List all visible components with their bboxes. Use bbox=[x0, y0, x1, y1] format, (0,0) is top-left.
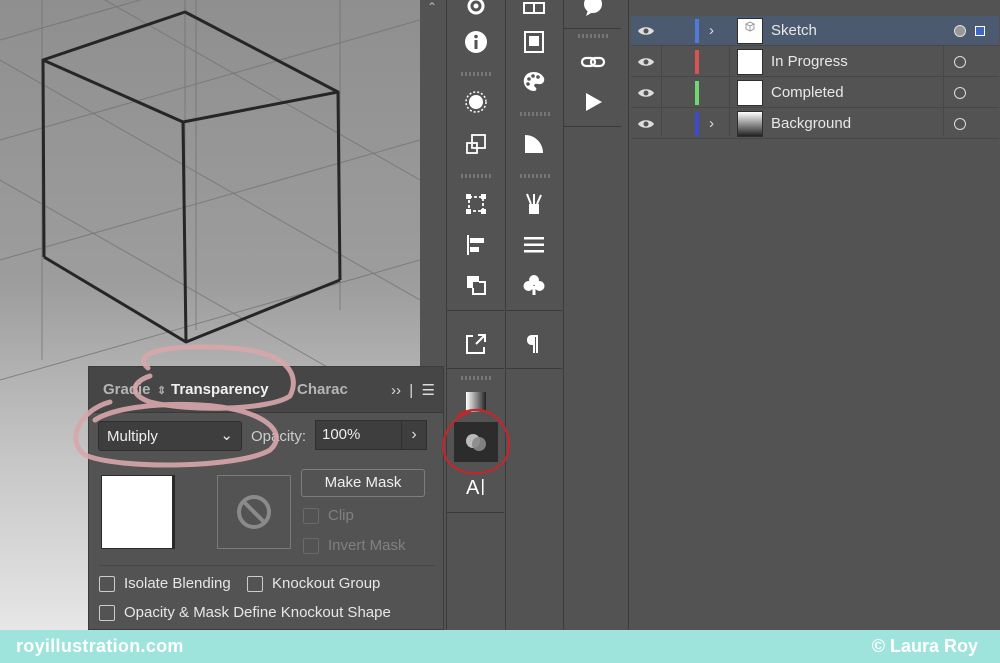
invert-mask-checkbox[interactable] bbox=[303, 537, 319, 554]
layers-panel: › Sketch In Progress Completed › Backgro… bbox=[628, 0, 1000, 630]
blend-mode-dropdown[interactable]: Multiply ⌄ bbox=[98, 421, 242, 451]
layer-color-bar bbox=[695, 19, 699, 43]
type-icon[interactable]: A bbox=[447, 466, 504, 506]
clip-checkbox[interactable] bbox=[303, 507, 319, 524]
speech-bubble-icon[interactable] bbox=[564, 0, 621, 26]
paragraph-icon[interactable] bbox=[506, 324, 562, 364]
layer-color-bar bbox=[695, 81, 699, 105]
color-palette-icon[interactable] bbox=[506, 62, 562, 102]
layer-name: Sketch bbox=[771, 22, 817, 39]
clip-checkbox-row[interactable]: Clip bbox=[303, 507, 354, 524]
selection-indicator-icon[interactable] bbox=[975, 26, 985, 36]
opacity-label: Opacity: bbox=[251, 428, 307, 445]
gradient-swatch-icon[interactable] bbox=[506, 124, 562, 164]
invert-mask-label: Invert Mask bbox=[328, 537, 406, 554]
panel-menu-controls[interactable]: ›› | ☰ bbox=[391, 381, 435, 399]
layer-thumbnail bbox=[737, 80, 763, 106]
tab-sort-icon: ⇕ bbox=[157, 385, 167, 397]
export-icon[interactable] bbox=[447, 324, 504, 364]
layer-thumbnail bbox=[737, 111, 763, 137]
blend-mode-value: Multiply bbox=[107, 428, 158, 445]
isolate-blending-row[interactable]: Isolate Blending bbox=[99, 575, 231, 592]
info-icon[interactable] bbox=[447, 22, 504, 62]
invert-mask-checkbox-row[interactable]: Invert Mask bbox=[303, 537, 406, 554]
artwork-thumbnail bbox=[101, 475, 175, 549]
links-icon[interactable] bbox=[564, 42, 621, 82]
layer-name: In Progress bbox=[771, 53, 848, 70]
free-transform-icon[interactable] bbox=[447, 184, 504, 224]
knockout-group-row[interactable]: Knockout Group bbox=[247, 575, 380, 592]
tab-character[interactable]: Charac bbox=[297, 381, 348, 398]
no-mask-icon bbox=[217, 475, 291, 549]
gradient-icon[interactable] bbox=[447, 382, 504, 422]
layer-thumbnail bbox=[737, 18, 763, 44]
transparency-panel: Gradie ⇕ Transparency Charac ›› | ☰ Mult… bbox=[88, 366, 444, 630]
footer-credit: © Laura Roy bbox=[871, 636, 978, 656]
expand-chevron-icon[interactable]: › bbox=[709, 115, 721, 132]
visibility-eye-icon[interactable] bbox=[631, 25, 661, 37]
knockout-group-label: Knockout Group bbox=[272, 575, 381, 592]
layer-row-background[interactable]: › Background bbox=[631, 109, 999, 139]
opacity-mask-knockout-label: Opacity & Mask Define Knockout Shape bbox=[124, 604, 391, 621]
tab-transparency[interactable]: Transparency bbox=[171, 381, 269, 398]
footer-bar: royillustration.com © Laura Roy bbox=[0, 630, 1000, 663]
chevron-down-icon: ⌄ bbox=[220, 427, 233, 444]
libraries-icon[interactable] bbox=[506, 22, 562, 62]
footer-site: royillustration.com bbox=[16, 636, 184, 656]
align-icon[interactable] bbox=[447, 225, 504, 265]
layer-row-completed[interactable]: Completed bbox=[631, 78, 999, 108]
knockout-group-checkbox[interactable] bbox=[247, 575, 263, 592]
expand-chevron-icon[interactable]: › bbox=[709, 22, 721, 39]
visibility-eye-icon[interactable] bbox=[631, 87, 661, 99]
isolate-blending-label: Isolate Blending bbox=[124, 575, 231, 592]
play-icon[interactable] bbox=[564, 82, 621, 122]
transparency-icon[interactable] bbox=[447, 422, 504, 462]
opacity-mask-knockout-row[interactable]: Opacity & Mask Define Knockout Shape bbox=[99, 604, 391, 621]
layer-row-in-progress[interactable]: In Progress bbox=[631, 47, 999, 77]
brushes-icon[interactable] bbox=[506, 184, 562, 224]
symbols-icon[interactable] bbox=[506, 265, 562, 305]
circle-select-icon[interactable] bbox=[447, 82, 504, 122]
scroll-up-arrow[interactable]: ⌃ bbox=[420, 0, 444, 16]
transform-icon[interactable] bbox=[447, 124, 504, 164]
layer-color-bar bbox=[695, 112, 699, 136]
opacity-slider-button[interactable]: › bbox=[401, 420, 427, 450]
svg-text:A: A bbox=[466, 477, 480, 499]
layer-row-sketch[interactable]: › Sketch bbox=[631, 16, 999, 46]
layer-color-bar bbox=[695, 50, 699, 74]
layer-target-icon[interactable] bbox=[954, 56, 966, 68]
panel-tab-bar: Gradie ⇕ Transparency Charac ›› | ☰ bbox=[89, 367, 443, 413]
layer-target-icon[interactable] bbox=[954, 87, 966, 99]
tab-gradient[interactable]: Gradie bbox=[103, 381, 151, 398]
opacity-mask-knockout-checkbox[interactable] bbox=[99, 604, 115, 621]
visibility-eye-icon[interactable] bbox=[631, 56, 661, 68]
make-mask-button[interactable]: Make Mask bbox=[301, 469, 425, 497]
panel-dock-column-1: A bbox=[446, 0, 504, 630]
layer-name: Background bbox=[771, 115, 852, 132]
layer-thumbnail bbox=[737, 49, 763, 75]
pathfinder-icon[interactable] bbox=[447, 265, 504, 305]
layer-name: Completed bbox=[771, 84, 844, 101]
stroke-icon[interactable] bbox=[506, 225, 562, 265]
opacity-field[interactable]: 100% bbox=[315, 420, 403, 450]
panel-dock-column-3 bbox=[563, 0, 621, 630]
layer-target-icon[interactable] bbox=[954, 25, 966, 37]
clip-label: Clip bbox=[328, 507, 354, 524]
layer-target-icon[interactable] bbox=[954, 118, 966, 130]
visibility-eye-icon[interactable] bbox=[631, 118, 661, 130]
panel-dock-column-2 bbox=[505, 0, 562, 630]
illustrator-workspace: ⌃ A › Sketch In Progress Completed › Bac… bbox=[0, 0, 1000, 663]
isolate-blending-checkbox[interactable] bbox=[99, 575, 115, 592]
